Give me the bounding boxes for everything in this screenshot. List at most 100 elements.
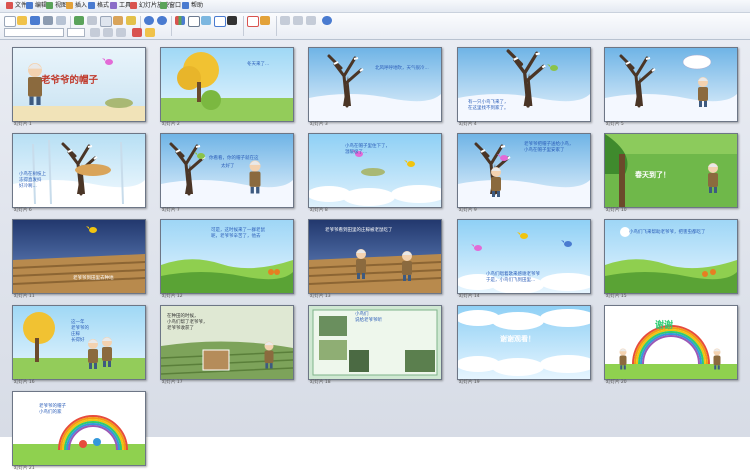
bold-icon[interactable] [280, 16, 290, 25]
slide-thumbnail[interactable]: 有一只小鸟飞来了， 在这里找不到家了。 [457, 47, 591, 122]
slide-thumbnail[interactable]: 春天到了！ [604, 133, 738, 208]
slide-design-icon[interactable] [260, 16, 270, 25]
paste-icon[interactable] [113, 16, 123, 25]
insert-picture-icon[interactable] [201, 16, 211, 25]
redo-icon[interactable] [157, 16, 167, 25]
font-name-combo[interactable] [4, 28, 64, 37]
slide-title: 谢谢 [655, 321, 674, 331]
align-center-icon[interactable] [103, 28, 113, 37]
slide-thumbnail[interactable]: 北风呼呼地吹，天气很冷... [308, 47, 442, 122]
open-folder-icon[interactable] [17, 16, 27, 25]
menu-item-7[interactable]: 窗口 [160, 0, 181, 12]
save-icon[interactable] [30, 16, 40, 25]
slide-number-label: 幻灯片 7 [162, 208, 180, 213]
italic-icon[interactable] [293, 16, 303, 25]
font-size-combo[interactable] [67, 28, 85, 37]
menu-item-2[interactable]: 视图 [46, 0, 67, 12]
print-icon[interactable] [43, 16, 53, 25]
menu-icon [110, 2, 117, 9]
menu-icon [6, 2, 13, 9]
slide-number-label: 幻灯片 17 [162, 380, 183, 385]
menu-item-label: 插入 [75, 2, 88, 9]
slide-text: 太好了 [221, 164, 235, 169]
slide-text: 老爷爷看到田里的庄稼被老鼠吃了 [325, 228, 393, 233]
slide-artwork [13, 134, 145, 207]
new-slide-icon[interactable] [247, 16, 259, 27]
slide-thumbnail[interactable]: 老爷爷到田里去种地 [12, 219, 146, 294]
menu-icon [160, 2, 167, 9]
format-painter-icon[interactable] [126, 16, 136, 25]
slide-artwork [13, 392, 145, 465]
slide-text: 温暖极了... [345, 150, 368, 155]
slide-text: 小鸟在帽子里安家了 [524, 148, 565, 153]
slide-text: 说给老爷爷听 [355, 318, 382, 323]
font-color-icon[interactable] [132, 28, 142, 37]
slide-thumbnail[interactable] [604, 47, 738, 122]
slide-thumbnail[interactable]: 老爷爷的帽子 [12, 47, 146, 122]
align-right-icon[interactable] [116, 28, 126, 37]
cut-icon[interactable] [87, 16, 97, 25]
menu-item-0[interactable]: 文件 [6, 0, 27, 12]
insert-textbox-icon[interactable] [214, 16, 226, 27]
menu-item-8[interactable]: 帮助 [182, 0, 203, 12]
slide-number-label: 幻灯片 1 [14, 122, 32, 127]
slide-thumbnail[interactable]: 在种田的时候， 小鸟们帮了老爷爷， 老爷爷收获了 [160, 305, 294, 380]
zoom-icon[interactable] [227, 16, 237, 25]
slide-artwork [309, 306, 441, 379]
slide-thumbnail[interactable]: 你看看，你的帽子就在这太好了 [160, 133, 294, 208]
slide-number-label: 幻灯片 21 [14, 466, 35, 471]
slide-thumbnail[interactable]: 小鸟在树枝上 冻得直发抖 好冷啊... [12, 133, 146, 208]
slide-number-label: 幻灯片 19 [459, 380, 480, 385]
menu-bar: 文件 编辑 视图 插入 格式 工具 幻灯片放映 窗口 帮助 [0, 0, 750, 13]
slide-number-label: 幻灯片 4 [459, 122, 477, 127]
slide-text: 老爷爷到田里去种地 [73, 276, 114, 281]
new-file-icon[interactable] [4, 16, 16, 27]
slide-thumbnail[interactable]: 小鸟在帽子里住下了， 温暖极了... [308, 133, 442, 208]
undo-icon[interactable] [144, 16, 154, 25]
fill-color-icon[interactable] [145, 28, 155, 37]
slide-text: 你看看，你的帽子就在这 [209, 156, 259, 161]
slide-number-label: 幻灯片 5 [606, 122, 624, 127]
slide-text: 小鸟们的家 [39, 410, 62, 415]
menu-icon [66, 2, 73, 9]
slide-thumbnail[interactable]: 谢谢观看！ [457, 305, 591, 380]
slide-thumbnail[interactable]: 小鸟们飞来帮助老爷爷，把害虫都吃了 [604, 219, 738, 294]
slide-thumbnail[interactable]: 冬天来了... [160, 47, 294, 122]
insert-table-icon[interactable] [188, 16, 200, 27]
print-preview-icon[interactable] [56, 16, 66, 25]
menu-item-label: 帮助 [191, 2, 204, 9]
copy-icon[interactable] [100, 16, 112, 27]
menu-item-label: 窗口 [169, 2, 182, 9]
slide-number-label: 幻灯片 20 [606, 380, 627, 385]
slide-artwork [605, 48, 737, 121]
slide-number-label: 幻灯片 16 [14, 380, 35, 385]
slide-title: 春天到了！ [635, 171, 670, 179]
menu-icon [46, 2, 53, 9]
spell-check-icon[interactable] [74, 16, 84, 25]
slide-text: 呢，老爷爷辛苦了，他去 [211, 234, 261, 239]
slide-number-label: 幻灯片 3 [310, 122, 328, 127]
menu-icon [88, 2, 95, 9]
menu-item-3[interactable]: 插入 [66, 0, 87, 12]
slide-text: 长得好 [71, 338, 85, 343]
underline-icon[interactable] [306, 16, 316, 25]
slide-artwork [309, 48, 441, 121]
slide-thumbnail[interactable]: 可是，这时候来了一群老鼠 呢，老爷爷辛苦了，他去 [160, 219, 294, 294]
menu-item-4[interactable]: 格式 [88, 0, 109, 12]
slide-number-label: 幻灯片 6 [14, 208, 32, 213]
slide-thumbnail[interactable]: 老爷爷的帽子 小鸟们的家 [12, 391, 146, 466]
slide-thumbnail[interactable]: 这一年 老爷爷的 庄稼 长得好 [12, 305, 146, 380]
slide-thumbnail[interactable]: 老爷爷看到田里的庄稼被老鼠吃了 [308, 219, 442, 294]
menu-item-5[interactable]: 工具 [110, 0, 131, 12]
slide-number-label: 幻灯片 2 [162, 122, 180, 127]
slide-thumbnail[interactable]: 谢谢 [604, 305, 738, 380]
slide-thumbnail[interactable]: 小鸟们 说给老爷爷听 [308, 305, 442, 380]
slide-artwork [605, 306, 737, 379]
align-left-icon[interactable] [90, 28, 100, 37]
slide-thumbnail[interactable]: 小鸟们唱着歌来感谢老爷爷 于是，小鸟们飞到田里... [457, 219, 591, 294]
menu-icon [26, 2, 33, 9]
insert-chart-icon[interactable] [175, 16, 185, 25]
help-icon[interactable] [322, 16, 332, 25]
menu-item-1[interactable]: 编辑 [26, 0, 47, 12]
slide-thumbnail[interactable]: 老爷爷把帽子送给小鸟， 小鸟在帽子里安家了 [457, 133, 591, 208]
